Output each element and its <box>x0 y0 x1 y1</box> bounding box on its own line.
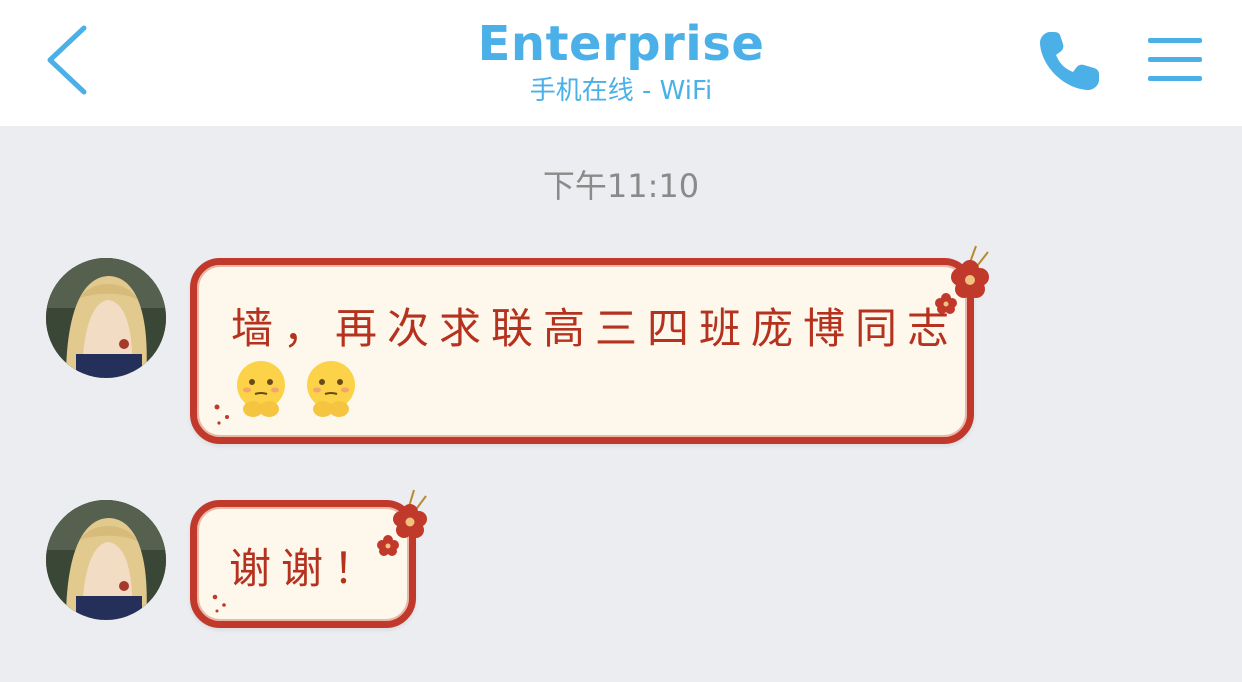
thinking-emoji <box>307 361 355 417</box>
plum-blossom-icon <box>377 489 427 556</box>
decorative-dots-icon <box>212 594 226 613</box>
plum-blossom-icon <box>935 245 989 314</box>
decorative-dots-icon <box>214 404 229 425</box>
chat-header: Enterprise 手机在线 - WiFi <box>0 0 1242 126</box>
message-bubble[interactable]: 墙，再次求联高三四班庞博同志 <box>190 258 974 444</box>
avatar[interactable] <box>46 258 166 378</box>
hamburger-menu-icon[interactable] <box>1144 32 1206 88</box>
message-text: 墙，再次求联高三四班庞博同志 <box>231 304 960 353</box>
avatar[interactable] <box>46 500 166 620</box>
phone-icon[interactable] <box>1036 28 1104 94</box>
message-timestamp: 下午11:10 <box>542 167 700 205</box>
message-text: 谢谢！ <box>229 544 386 593</box>
